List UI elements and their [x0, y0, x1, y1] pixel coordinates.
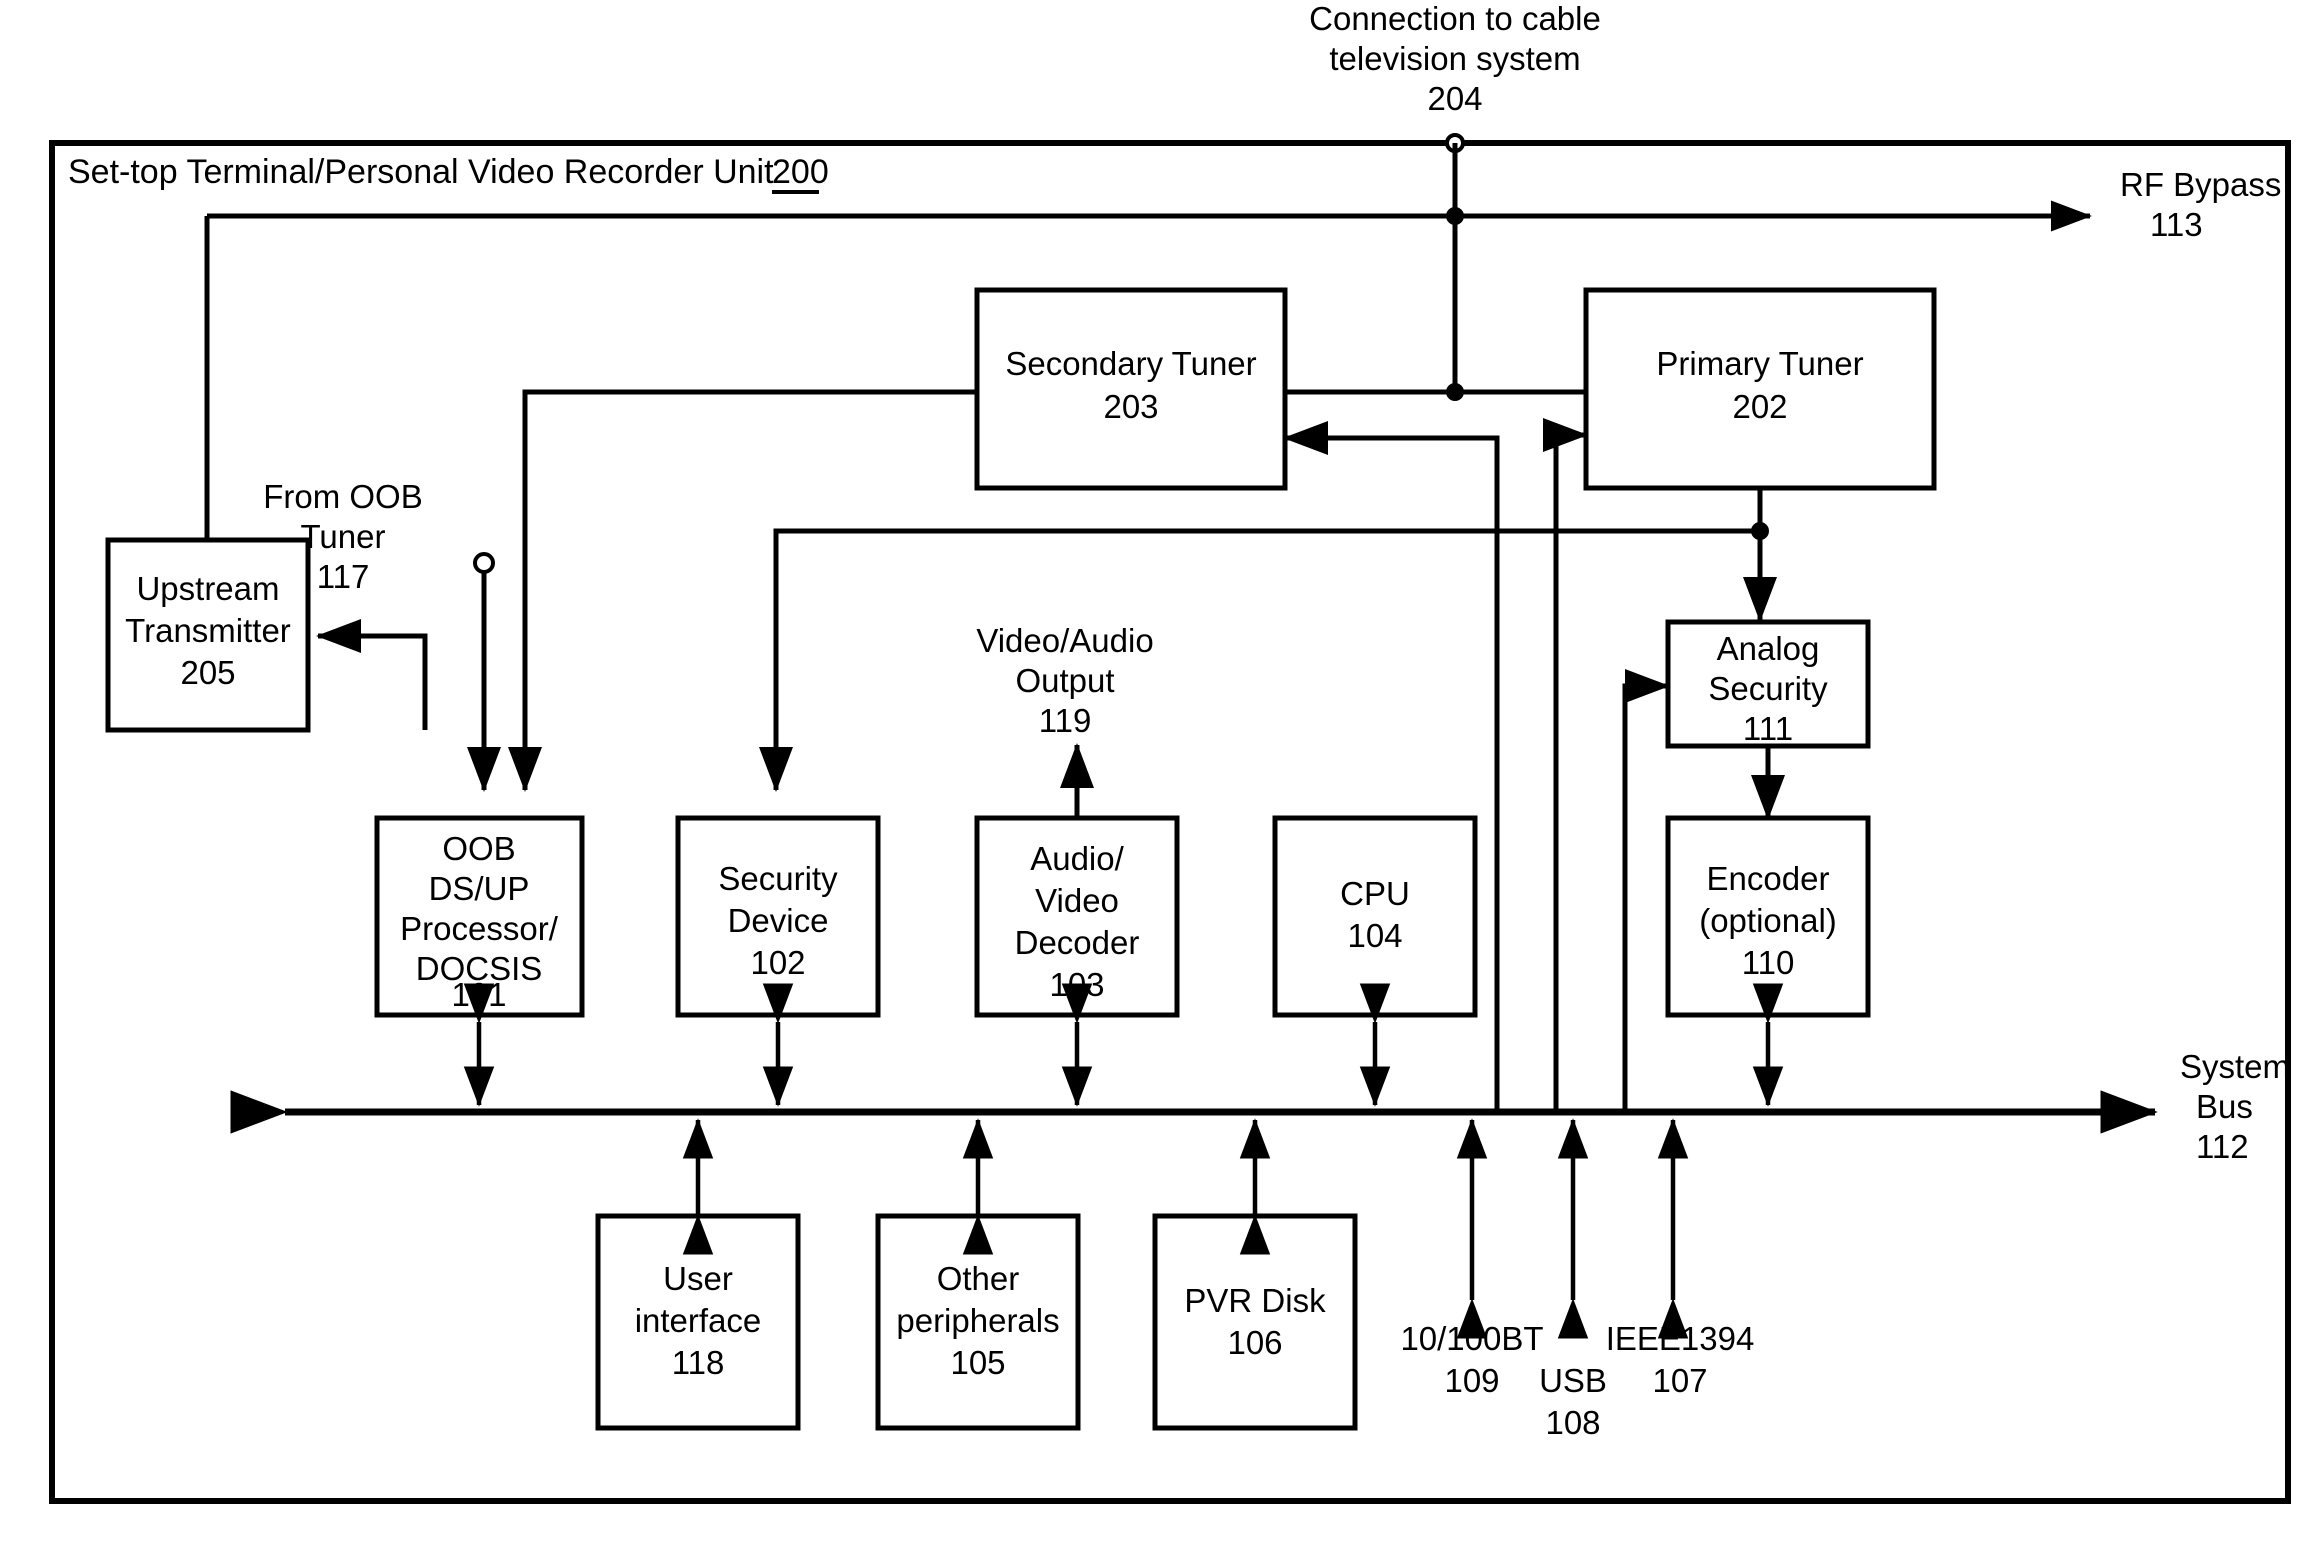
port-ieee1394-label: IEEE1394	[1606, 1320, 1755, 1357]
av-decoder-label-2: Video	[1035, 882, 1119, 919]
cable-connection-line1: Connection to cable	[1309, 0, 1601, 37]
upstream-transmitter-label-2: Transmitter	[125, 612, 291, 649]
user-interface-ref: 118	[672, 1344, 725, 1381]
cable-connection-line2: television system	[1329, 40, 1580, 77]
other-peripherals-ref: 105	[950, 1344, 1005, 1381]
pvr-disk-label-1: PVR Disk	[1184, 1282, 1326, 1319]
from-oob-tuner-ref: 117	[317, 558, 370, 595]
encoder-label-2: (optional)	[1699, 902, 1837, 939]
other-peripherals-label-1: Other	[937, 1260, 1020, 1297]
junction-rf-bypass	[1446, 207, 1464, 225]
page-title: Set-top Terminal/Personal Video Recorder…	[68, 153, 774, 191]
junction-tuner-feed	[1446, 383, 1464, 401]
page-title-ref: 200	[772, 153, 829, 191]
video-audio-output-label-2: Output	[1015, 662, 1114, 699]
oob-processor-label-3: Processor/	[400, 910, 559, 947]
oob-processor-label-1: OOB	[442, 830, 515, 867]
block-pvr-disk[interactable]	[1152, 1213, 1358, 1431]
wire-bus-to-analog-security	[1622, 668, 1670, 1112]
av-decoder-ref: 103	[1049, 966, 1104, 1003]
port-ieee1394-ref: 107	[1652, 1362, 1707, 1399]
system-bus-label-1: System	[2180, 1048, 2290, 1085]
encoder-label-1: Encoder	[1707, 860, 1830, 897]
wire-secondary-tuner-to-oob	[508, 389, 977, 792]
video-audio-output-ref: 119	[1039, 702, 1092, 739]
upstream-transmitter-ref: 205	[180, 654, 235, 691]
secondary-tuner-ref: 203	[1103, 388, 1158, 425]
system-bus-label-2: Bus	[2196, 1088, 2253, 1125]
analog-security-label-2: Security	[1708, 670, 1828, 707]
cpu-ref: 104	[1347, 917, 1402, 954]
primary-tuner-label: Primary Tuner	[1656, 345, 1863, 382]
rf-bypass-ref: 113	[2150, 206, 2203, 243]
port-usb-label: USB	[1539, 1362, 1607, 1399]
from-oob-tuner-label-1: From OOB	[263, 478, 423, 515]
system-bus-ref: 112	[2196, 1128, 2249, 1165]
oob-processor-ref: 101	[451, 976, 506, 1013]
primary-tuner-ref: 202	[1732, 388, 1787, 425]
cpu-label: CPU	[1340, 875, 1410, 912]
oob-processor-label-2: DS/UP	[429, 870, 530, 907]
av-decoder-label-1: Audio/	[1030, 840, 1124, 877]
analog-security-ref: 111	[1743, 710, 1793, 747]
other-peripherals-label-2: peripherals	[896, 1302, 1059, 1339]
figure-canvas: Set-top Terminal/Personal Video Recorder…	[0, 0, 2324, 1561]
pvr-disk-ref: 106	[1227, 1324, 1282, 1361]
analog-security-label-1: Analog	[1717, 630, 1820, 667]
encoder-ref: 110	[1742, 944, 1795, 981]
port-usb-ref: 108	[1545, 1404, 1600, 1441]
security-device-label-2: Device	[728, 902, 829, 939]
from-oob-tuner-label-2: Tuner	[301, 518, 386, 555]
rf-bypass-label: RF Bypass	[2120, 166, 2281, 203]
cable-connection-ref: 204	[1427, 80, 1482, 117]
port-10-100bt-ref: 109	[1444, 1362, 1499, 1399]
user-interface-label-1: User	[663, 1260, 733, 1297]
av-decoder-label-3: Decoder	[1015, 924, 1140, 961]
wire-bus-to-primary-tuner	[1542, 417, 1588, 1112]
oob-tuner-terminal-icon	[473, 552, 495, 574]
user-interface-label-2: interface	[635, 1302, 762, 1339]
security-device-label-1: Security	[718, 860, 838, 897]
security-device-ref: 102	[750, 944, 805, 981]
upstream-transmitter-label-1: Upstream	[136, 570, 279, 607]
port-10-100bt-label: 10/100BT	[1400, 1320, 1543, 1357]
wire-primary-tuner-to-security-device	[759, 488, 1763, 792]
wire-oob-to-upstream	[316, 619, 428, 730]
block-diagram: Set-top Terminal/Personal Video Recorder…	[49, 0, 2291, 1504]
video-audio-output-label-1: Video/Audio	[976, 622, 1153, 659]
secondary-tuner-label: Secondary Tuner	[1005, 345, 1256, 382]
